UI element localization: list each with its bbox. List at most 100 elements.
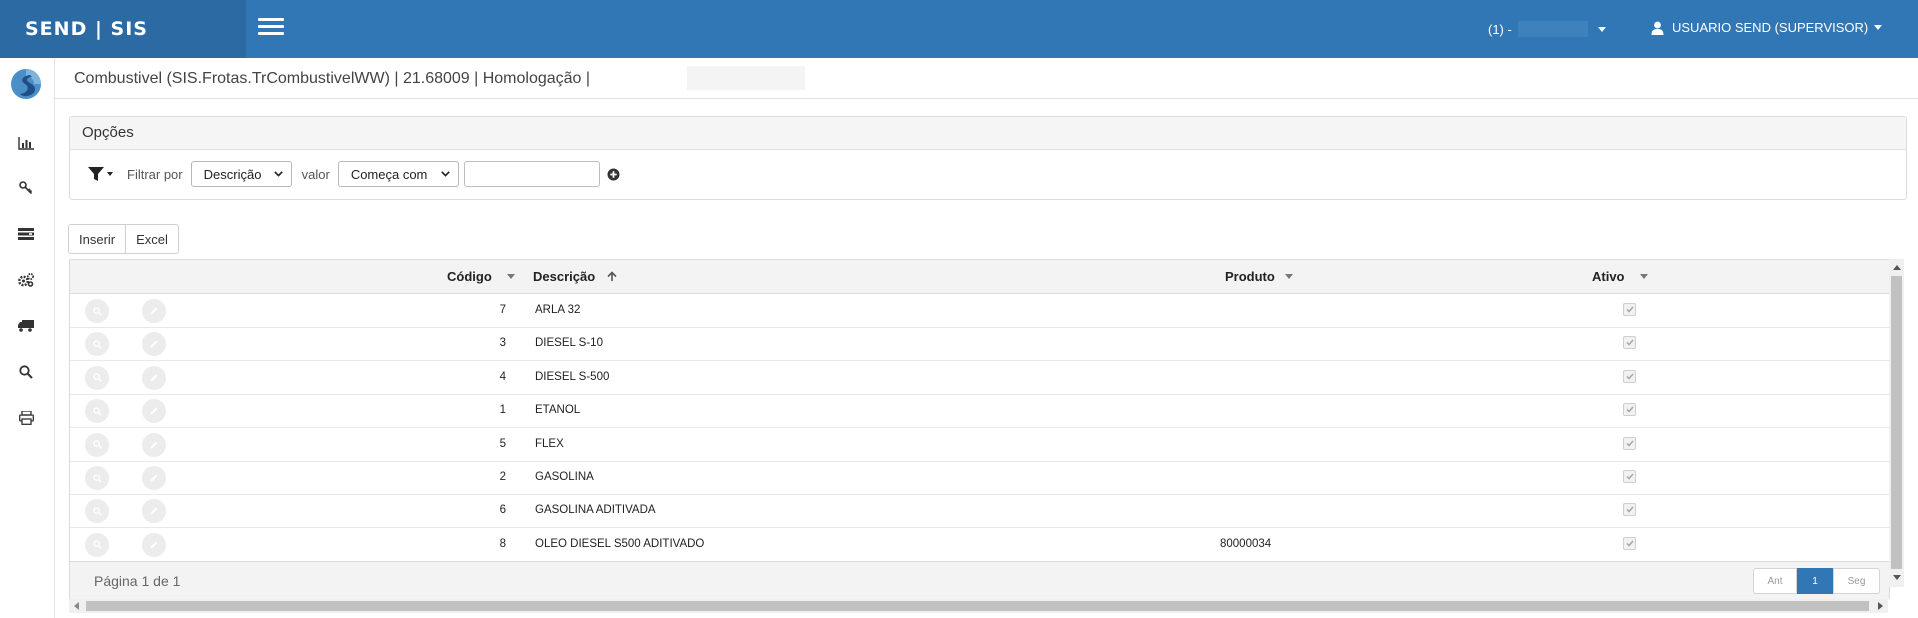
view-record-button[interactable]: [85, 299, 109, 323]
edit-record-button[interactable]: [142, 332, 166, 357]
search-icon[interactable]: [16, 363, 36, 381]
cogs-icon[interactable]: [16, 271, 36, 289]
table-row[interactable]: 2 GASOLINA: [70, 461, 1889, 495]
brand-logo[interactable]: SEND | SIS: [0, 0, 246, 58]
chart-icon[interactable]: [16, 134, 36, 152]
edit-record-button[interactable]: [142, 432, 166, 457]
pencil-icon: [149, 306, 159, 316]
edit-record-button[interactable]: [142, 365, 166, 390]
column-header-ativo[interactable]: Ativo: [1592, 269, 1648, 284]
pager-page-1-button[interactable]: 1: [1797, 568, 1833, 594]
cell-codigo: 7: [499, 304, 506, 316]
operator-select[interactable]: Começa com: [337, 161, 459, 187]
ativo-checkbox: [1623, 436, 1636, 450]
add-filter-icon[interactable]: [607, 168, 620, 181]
view-record-button[interactable]: [85, 532, 109, 557]
view-record-button[interactable]: [85, 466, 109, 490]
vertical-scrollbar[interactable]: [1889, 259, 1904, 587]
options-panel: Opções Filtrar por Descrição valor Começ…: [69, 116, 1907, 200]
cell-descricao: GASOLINA ADITIVADA: [535, 504, 656, 517]
edit-record-button[interactable]: [142, 466, 166, 490]
search-icon: [92, 373, 102, 383]
data-grid: Código Descrição Produto Ativo 7 ARLA 32 3…: [69, 259, 1890, 599]
cell-descricao: OLEO DIESEL S500 ADITIVADO: [535, 537, 705, 550]
column-header-produto[interactable]: Produto: [1225, 269, 1293, 284]
table-row[interactable]: 7 ARLA 32: [70, 294, 1889, 328]
horizontal-scroll-thumb[interactable]: [86, 601, 1869, 611]
key-icon[interactable]: [16, 179, 36, 197]
edit-record-button[interactable]: [142, 299, 166, 323]
table-row[interactable]: 1 ETANOL: [70, 394, 1889, 429]
ativo-checkbox: [1623, 503, 1636, 517]
ativo-checkbox: [1623, 369, 1636, 383]
filter-menu-icon[interactable]: [88, 167, 113, 181]
edit-record-button[interactable]: [142, 499, 166, 524]
view-record-button[interactable]: [85, 432, 109, 457]
cell-codigo: 2: [499, 471, 506, 483]
chevron-down-icon: [1874, 25, 1883, 30]
grid-header: Código Descrição Produto Ativo: [70, 260, 1889, 294]
options-panel-title: Opções: [70, 117, 1906, 150]
edit-record-button[interactable]: [142, 532, 166, 557]
check-icon: [1625, 306, 1634, 313]
column-header-label: Descrição: [533, 269, 596, 284]
search-icon: [92, 340, 102, 349]
ativo-checkbox: [1623, 403, 1636, 417]
edit-record-button[interactable]: [142, 399, 166, 424]
view-record-button[interactable]: [85, 499, 109, 524]
table-row[interactable]: 5 FLEX: [70, 428, 1889, 462]
cell-descricao: DIESEL S-10: [535, 337, 603, 350]
chevron-down-icon: [273, 171, 283, 177]
toolbar: Inserir Excel: [68, 224, 179, 254]
truck-icon[interactable]: [16, 317, 36, 335]
search-icon: [92, 306, 102, 316]
cell-descricao: FLEX: [535, 437, 564, 450]
check-icon: [1625, 373, 1634, 380]
horizontal-scrollbar[interactable]: [69, 599, 1888, 613]
view-record-button[interactable]: [85, 332, 109, 357]
page-header: Combustivel (SIS.Frotas.TrCombustivelWW)…: [55, 58, 1918, 99]
print-icon[interactable]: [16, 409, 36, 427]
sort-caret-icon: [506, 274, 515, 279]
column-header-codigo[interactable]: Código: [447, 269, 515, 284]
filter-field-select[interactable]: Descrição: [190, 161, 292, 187]
pencil-icon: [149, 440, 159, 450]
user-name: USUARIO SEND (SUPERVISOR): [1672, 20, 1869, 35]
page-info: Página 1 de 1: [94, 573, 181, 589]
search-icon: [92, 407, 102, 416]
list-icon[interactable]: [16, 225, 36, 243]
pencil-icon: [149, 506, 159, 516]
sidebar: [0, 58, 55, 618]
company-logo-icon[interactable]: [10, 68, 42, 100]
cell-codigo: 3: [499, 337, 506, 350]
view-record-button[interactable]: [85, 399, 109, 424]
user-menu[interactable]: USUARIO SEND (SUPERVISOR): [1651, 20, 1883, 35]
pager-prev-button[interactable]: Ant: [1753, 568, 1797, 594]
table-row[interactable]: 6 GASOLINA ADITIVADA: [70, 494, 1889, 529]
cell-codigo: 1: [499, 404, 506, 417]
filter-row: Filtrar por Descrição valor Começa com: [88, 161, 620, 187]
filter-value-input[interactable]: [463, 161, 600, 187]
environment-dropdown[interactable]: (1) -: [1488, 21, 1606, 37]
menu-toggle-icon[interactable]: [258, 18, 284, 37]
ativo-checkbox: [1623, 336, 1636, 350]
table-row[interactable]: 8 OLEO DIESEL S500 ADITIVADO 80000034: [70, 528, 1889, 562]
view-record-button[interactable]: [85, 365, 109, 390]
pencil-icon: [149, 373, 159, 383]
table-row[interactable]: 4 DIESEL S-500: [70, 361, 1889, 395]
check-icon: [1625, 339, 1634, 346]
filter-field-value: Descrição: [203, 166, 262, 182]
cell-codigo: 6: [499, 504, 506, 517]
column-header-label: Produto: [1225, 269, 1275, 284]
insert-button[interactable]: Inserir: [68, 224, 127, 254]
user-icon: [1651, 21, 1664, 35]
redacted-area: [687, 66, 805, 90]
check-icon: [1625, 473, 1634, 480]
vertical-scroll-thumb[interactable]: [1891, 276, 1902, 569]
pager-next-button[interactable]: Seg: [1833, 568, 1880, 594]
excel-button[interactable]: Excel: [126, 224, 179, 254]
ativo-checkbox: [1623, 536, 1636, 550]
column-header-descricao[interactable]: Descrição: [533, 269, 617, 284]
table-row[interactable]: 3 DIESEL S-10: [70, 327, 1889, 362]
ativo-checkbox: [1623, 303, 1636, 316]
